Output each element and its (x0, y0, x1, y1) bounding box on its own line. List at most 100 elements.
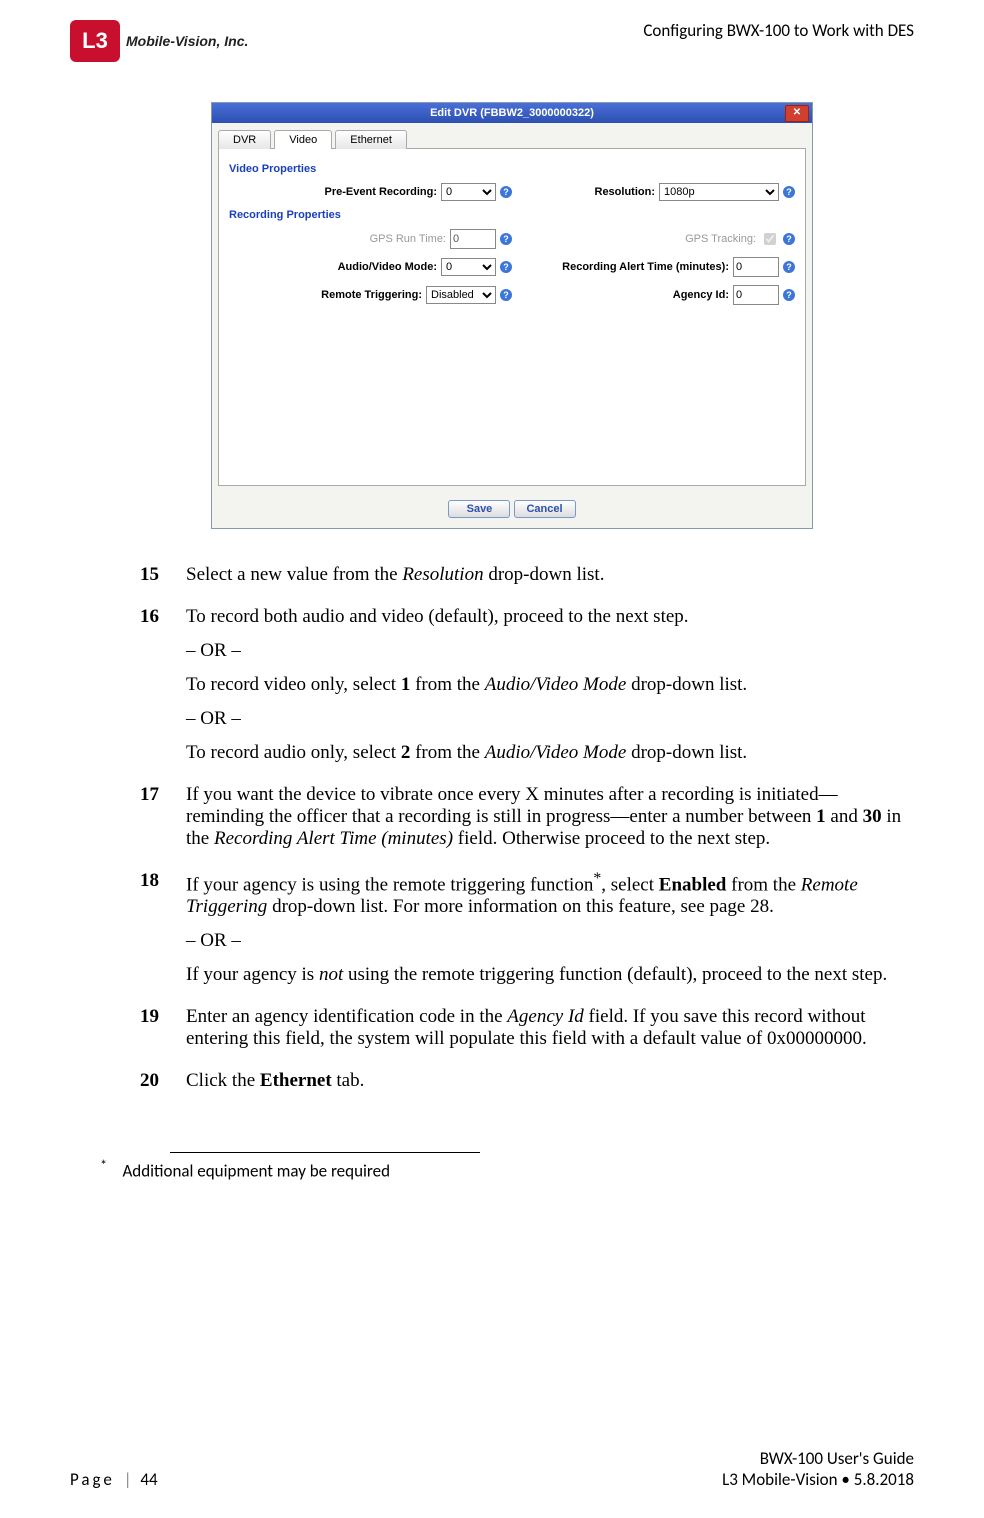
text-or: – OR – (186, 708, 914, 730)
footer-left: Page | 44 (70, 1469, 158, 1490)
label-remote-trig: Remote Triggering: (321, 289, 422, 301)
footnote-rule (170, 1152, 480, 1153)
label-resolution: Resolution: (595, 186, 656, 198)
pre-event-select[interactable]: 0 (441, 183, 496, 201)
text: and (826, 806, 863, 827)
guide-title: BWX-100 User's Guide (722, 1448, 914, 1469)
dialog-titlebar: Edit DVR (FBBW2_3000000322) ✕ (212, 103, 812, 123)
text-bold: 2 (401, 742, 411, 763)
label-pre-event: Pre-Event Recording: (325, 186, 437, 198)
step-number: 19 (140, 1006, 168, 1050)
text: If your agency is using the remote trigg… (186, 874, 593, 895)
logo-text: Mobile-Vision, Inc. (126, 33, 248, 49)
text: Enter an agency identification code in t… (186, 1006, 507, 1027)
text: drop-down list. (484, 564, 605, 585)
page-label: Page (70, 1469, 115, 1490)
help-icon[interactable]: ? (500, 289, 512, 301)
text: using the remote triggering function (de… (343, 964, 887, 985)
tab-dvr[interactable]: DVR (218, 130, 271, 149)
label-gps-run: GPS Run Time: (370, 233, 446, 245)
text-italic: Agency Id (507, 1006, 583, 1027)
footer-dot: • (841, 1469, 849, 1490)
text: If your agency is (186, 964, 319, 985)
text: field. Otherwise proceed to the next ste… (453, 828, 770, 849)
help-icon[interactable]: ? (783, 261, 795, 273)
page-number: 44 (140, 1469, 157, 1490)
step-number: 18 (140, 870, 168, 986)
resolution-select[interactable]: 1080p (659, 183, 779, 201)
text: from the (410, 742, 484, 763)
doc-section-title: Configuring BWX-100 to Work with DES (643, 20, 914, 41)
text: from the (726, 874, 800, 895)
dialog-title: Edit DVR (FBBW2_3000000322) (430, 107, 594, 119)
text-italic: Resolution (402, 564, 483, 585)
text: To record both audio and video (default)… (186, 606, 914, 628)
tab-ethernet[interactable]: Ethernet (335, 130, 407, 149)
label-agency-id: Agency Id: (673, 289, 729, 301)
footer-date: 5.8.2018 (854, 1469, 914, 1490)
page-header: L3 Mobile-Vision, Inc. Configuring BWX-1… (70, 20, 914, 62)
label-gps-tracking: GPS Tracking: (685, 233, 756, 245)
dialog-screenshot: Edit DVR (FBBW2_3000000322) ✕ DVR Video … (110, 102, 914, 529)
text: from the (410, 674, 484, 695)
close-button[interactable]: ✕ (785, 105, 809, 122)
text-italic: Audio/Video Mode (485, 674, 627, 695)
help-icon[interactable]: ? (783, 233, 795, 245)
dialog-button-bar: Save Cancel (212, 492, 812, 528)
step-19: 19 Enter an agency identification code i… (140, 1006, 914, 1050)
step-number: 20 (140, 1070, 168, 1092)
save-button[interactable]: Save (448, 500, 510, 518)
footnote-star: * (100, 1157, 107, 1174)
logo-mark: L3 (70, 20, 120, 62)
step-number: 15 (140, 564, 168, 586)
help-icon[interactable]: ? (500, 233, 512, 245)
text: drop-down list. For more information on … (267, 896, 774, 917)
tab-video[interactable]: Video (274, 130, 332, 149)
footer-org: L3 Mobile-Vision (722, 1469, 838, 1490)
cancel-button[interactable]: Cancel (514, 500, 576, 518)
text: drop-down list. (626, 742, 747, 763)
page-footer: Page | 44 BWX-100 User's Guide L3 Mobile… (70, 1448, 914, 1490)
footnote-text: Additional equipment may be required (122, 1161, 390, 1182)
tab-panel: Video Properties Pre-Event Recording: 0 … (218, 148, 806, 486)
text-italic: not (319, 964, 343, 985)
gps-tracking-checkbox (764, 233, 776, 245)
footnote: * Additional equipment may be required (100, 1157, 914, 1182)
step-16: 16 To record both audio and video (defau… (140, 606, 914, 764)
step-number: 16 (140, 606, 168, 764)
text-bold: 1 (401, 674, 411, 695)
av-mode-select[interactable]: 0 (441, 258, 496, 276)
text-bold: Ethernet (260, 1070, 332, 1091)
text-bold: 1 (816, 806, 826, 827)
text-bold: 30 (863, 806, 882, 827)
step-15: 15 Select a new value from the Resolutio… (140, 564, 914, 586)
footer-right: BWX-100 User's Guide L3 Mobile-Vision • … (722, 1448, 914, 1490)
text-or: – OR – (186, 930, 914, 952)
text: drop-down list. (626, 674, 747, 695)
help-icon[interactable]: ? (500, 261, 512, 273)
text-bold: Enabled (659, 874, 727, 895)
text: Click the (186, 1070, 260, 1091)
text: If you want the device to vibrate once e… (186, 784, 838, 827)
agency-id-field[interactable] (733, 285, 779, 305)
help-icon[interactable]: ? (783, 186, 795, 198)
step-17: 17 If you want the device to vibrate onc… (140, 784, 914, 850)
tab-strip: DVR Video Ethernet (212, 123, 812, 148)
text: , select (601, 874, 659, 895)
help-icon[interactable]: ? (500, 186, 512, 198)
edit-dvr-dialog: Edit DVR (FBBW2_3000000322) ✕ DVR Video … (211, 102, 813, 529)
label-alert-time: Recording Alert Time (minutes): (562, 261, 729, 273)
step-20: 20 Click the Ethernet tab. (140, 1070, 914, 1092)
text: To record audio only, select (186, 742, 401, 763)
text: tab. (332, 1070, 365, 1091)
text: Select a new value from the (186, 564, 402, 585)
text-or: – OR – (186, 640, 914, 662)
section-recording-props: Recording Properties (229, 209, 795, 221)
help-icon[interactable]: ? (783, 289, 795, 301)
text-italic: Audio/Video Mode (485, 742, 627, 763)
section-video-props: Video Properties (229, 163, 795, 175)
gps-run-field (450, 229, 496, 249)
step-18: 18 If your agency is using the remote tr… (140, 870, 914, 986)
alert-time-field[interactable] (733, 257, 779, 277)
remote-trig-select[interactable]: Disabled (426, 286, 496, 304)
